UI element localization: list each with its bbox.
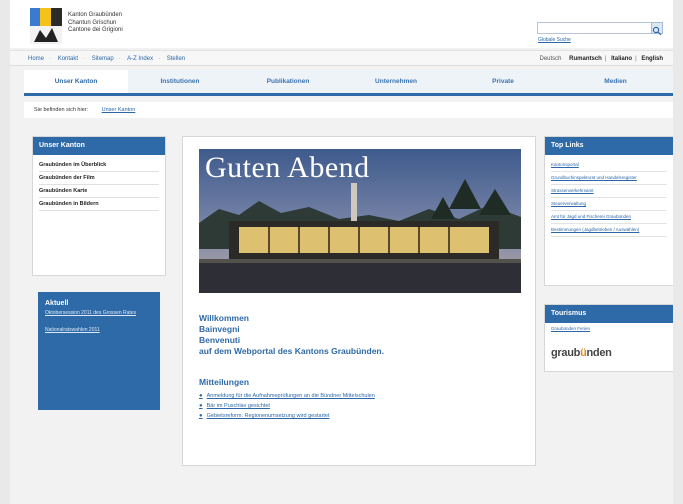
left-nav-box: Unser Kanton Graubünden im Überblick Gra…	[32, 136, 166, 276]
tab-institutionen[interactable]: Institutionen	[128, 70, 232, 96]
canton-name-it: Cantone dei Grigioni	[68, 27, 123, 33]
left-nav-item[interactable]: Graubünden der Film	[39, 172, 159, 185]
tourism-title: Tourismus	[545, 305, 673, 323]
tourism-link[interactable]: Graubünden Ferien	[545, 323, 673, 334]
bullet-icon: ●	[199, 413, 203, 419]
top-link[interactable]: Steuerverwaltung	[551, 198, 667, 211]
top-link[interactable]: Grundbuchinspektorat und Handelsregister	[551, 172, 667, 185]
welcome-line: Willkommen	[199, 313, 249, 323]
tab-unser-kanton[interactable]: Unser Kanton	[24, 70, 128, 96]
news-list: ● Anmeldung für die Aufnahmeprüfungen an …	[199, 393, 375, 423]
tab-private[interactable]: Private	[448, 70, 558, 96]
bullet-icon: ●	[199, 393, 203, 399]
left-nav-item[interactable]: Graubünden in Bildern	[39, 198, 159, 211]
left-nav-item[interactable]: Graubünden Karte	[39, 185, 159, 198]
meta-link-kontakt[interactable]: Kontakt	[58, 56, 78, 62]
news-item[interactable]: ● Anmeldung für die Aufnahmeprüfungen an …	[199, 393, 375, 399]
news-item-label: Anmeldung für die Aufnahmeprüfungen an d…	[206, 393, 375, 399]
news-item-label: Gebietsreform: Regionenumsetzung wird ge…	[206, 413, 330, 419]
lang-link-italiano[interactable]: Italiano	[611, 56, 632, 62]
left-nav-title: Unser Kanton	[33, 137, 165, 155]
header: Kanton Graubünden Chantun Grischun Canto…	[10, 0, 673, 48]
meta-nav: Home · Kontakt · Sitemap · A-Z Index · Stell…	[10, 50, 673, 66]
left-nav-item[interactable]: Graubünden im Überblick	[39, 159, 159, 172]
meta-link-home[interactable]: Home	[28, 56, 44, 62]
tourism-box: Tourismus Graubünden Ferien graubünden	[544, 304, 673, 372]
canton-name-rm: Chantun Grischun	[68, 19, 117, 26]
meta-link-sitemap[interactable]: Sitemap	[92, 56, 114, 62]
news-item[interactable]: ● Gebietsreform: Regionenumsetzung wird g…	[199, 413, 375, 419]
aktuell-box: Aktuell Oktobersession 2011 des Grossen …	[38, 292, 160, 410]
current-language: Deutsch	[539, 56, 562, 62]
search-icon	[652, 26, 662, 36]
lang-link-rumantsch[interactable]: Rumantsch	[569, 56, 602, 62]
welcome-text: Willkommen Bainvegni Benvenuti auf dem W…	[199, 313, 384, 357]
canton-coat-of-arms-logo[interactable]	[30, 8, 62, 44]
top-links-title: Top Links	[545, 137, 673, 155]
main-content: Guten Abend Willkommen Bainvegni Benvenu…	[182, 136, 536, 466]
bullet-icon: ●	[199, 403, 203, 409]
welcome-line: auf dem Webportal des Kantons Graubünden…	[199, 346, 384, 356]
top-link[interactable]: Amt für Jagd und Fischerei Graubünden	[551, 211, 667, 224]
meta-link-az-index[interactable]: A-Z Index	[127, 56, 153, 62]
breadcrumb-label: Sie befinden sich hier:	[34, 107, 89, 113]
graubuenden-brand-logo[interactable]: graubünden	[551, 347, 612, 359]
top-links-box: Top Links Kantonsportal Grundbuchinspekt…	[544, 136, 673, 286]
search-input[interactable]	[537, 22, 663, 34]
top-link[interactable]: Kantonsportal	[551, 159, 667, 172]
tab-publikationen[interactable]: Publikationen	[232, 70, 344, 96]
logo-text: nden	[586, 347, 612, 359]
aktuell-item[interactable]: Oktobersession 2011 des Grossen Rates	[45, 310, 153, 317]
welcome-line: Bainvegni	[199, 324, 240, 334]
welcome-line: Benvenuti	[199, 335, 241, 345]
breadcrumb-link[interactable]: Unser Kanton	[102, 107, 136, 113]
hero-greeting: Guten Abend	[205, 151, 370, 184]
logo-text: graub	[551, 347, 581, 359]
tab-medien[interactable]: Medien	[558, 70, 673, 96]
search-button[interactable]	[651, 22, 663, 36]
canton-name-de: Kanton Graubünden	[68, 12, 123, 18]
news-item[interactable]: ● Bär im Puschlav gesichtet	[199, 403, 375, 409]
main-nav: Unser Kanton Institutionen Publikationen…	[24, 70, 673, 96]
news-item-label: Bär im Puschlav gesichtet	[206, 403, 270, 409]
top-link[interactable]: Strassenverkehrsamt	[551, 185, 667, 198]
page: Kanton Graubünden Chantun Grischun Canto…	[10, 0, 673, 504]
tab-unternehmen[interactable]: Unternehmen	[344, 70, 448, 96]
global-search-link[interactable]: Globale Suche	[538, 37, 571, 43]
breadcrumb: Sie befinden sich hier: Unser Kanton	[24, 102, 673, 118]
aktuell-item[interactable]: Nationalratswahlen 2011	[45, 327, 153, 334]
lang-link-english[interactable]: English	[641, 56, 663, 62]
meta-link-stellen[interactable]: Stellen	[167, 56, 185, 62]
top-link[interactable]: Bestimmungen (Jagdbetrieben / Auswählen)	[551, 224, 667, 237]
news-title: Mitteilungen	[199, 377, 250, 387]
canton-names: Kanton Graubünden Chantun Grischun Canto…	[68, 12, 123, 35]
hero-image: Guten Abend	[199, 149, 521, 293]
aktuell-title: Aktuell	[45, 300, 69, 307]
